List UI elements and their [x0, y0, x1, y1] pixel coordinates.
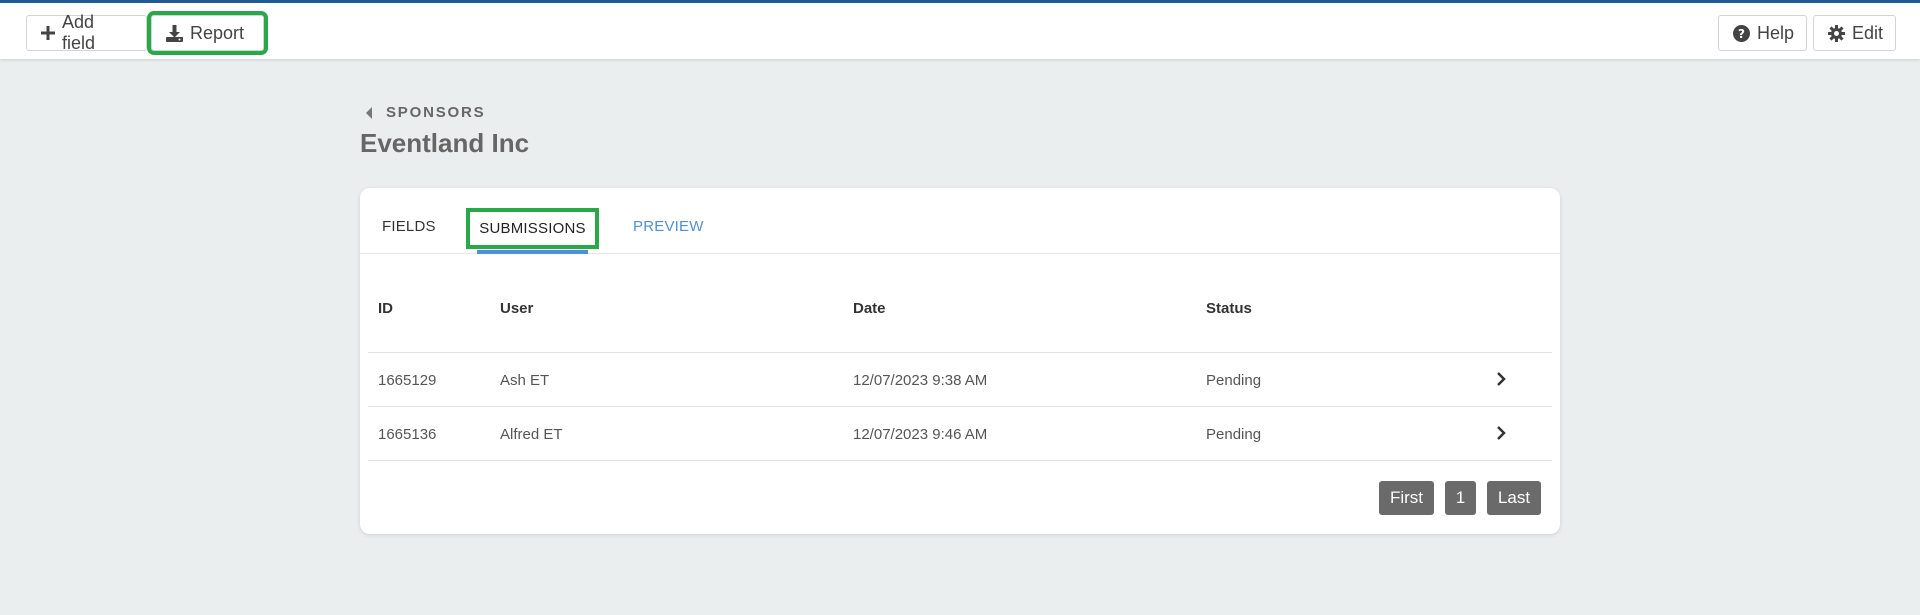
- cell-user: Ash ET: [500, 372, 550, 389]
- active-tab-indicator: [477, 250, 588, 254]
- table-divider: [368, 460, 1552, 461]
- cell-date: 12/07/2023 9:46 AM: [853, 426, 988, 443]
- gear-icon: [1828, 24, 1845, 42]
- add-field-button[interactable]: Add field: [26, 12, 147, 53]
- cell-date: 12/07/2023 9:38 AM: [853, 372, 988, 389]
- column-header-status: Status: [1206, 300, 1252, 317]
- pagination-last-button[interactable]: Last: [1487, 481, 1541, 515]
- question-circle-icon: ?: [1733, 24, 1750, 42]
- cell-status: Pending: [1206, 426, 1262, 443]
- tab-fields[interactable]: FIELDS: [382, 218, 436, 235]
- table-row[interactable]: 1665129 Ash ET 12/07/2023 9:38 AM Pendin…: [368, 352, 1552, 406]
- plus-icon: [41, 26, 55, 40]
- chevron-right-icon[interactable]: [1496, 425, 1506, 446]
- cell-user: Alfred ET: [500, 426, 563, 443]
- column-header-date: Date: [853, 300, 886, 317]
- help-button[interactable]: ? Help: [1718, 15, 1807, 51]
- tab-bar: FIELDS SUBMISSIONS PREVIEW: [360, 188, 1560, 254]
- column-header-user: User: [500, 300, 534, 317]
- pagination-first-button[interactable]: First: [1379, 481, 1434, 515]
- cell-id: 1665129: [378, 372, 437, 389]
- download-icon: [166, 24, 183, 42]
- breadcrumb[interactable]: SPONSORS: [366, 104, 485, 121]
- add-field-label: Add field: [62, 12, 96, 53]
- caret-left-icon: [366, 106, 372, 119]
- top-toolbar: Add field Report ? Help Edit: [0, 0, 1920, 59]
- report-button[interactable]: Report: [147, 11, 268, 55]
- svg-text:?: ?: [1738, 27, 1745, 41]
- submissions-card: FIELDS SUBMISSIONS PREVIEW ID User Date …: [360, 188, 1560, 534]
- page-title: Eventland Inc: [360, 128, 530, 158]
- help-label: Help: [1757, 22, 1795, 43]
- edit-button[interactable]: Edit: [1813, 15, 1896, 51]
- column-header-id: ID: [378, 300, 393, 317]
- report-label: Report: [190, 22, 245, 43]
- tab-preview[interactable]: PREVIEW: [633, 218, 704, 235]
- breadcrumb-sponsors[interactable]: SPONSORS: [386, 104, 485, 121]
- pagination-page-1-button[interactable]: 1: [1445, 481, 1476, 515]
- edit-label: Edit: [1852, 22, 1884, 43]
- table-row[interactable]: 1665136 Alfred ET 12/07/2023 9:46 AM Pen…: [368, 406, 1552, 460]
- tab-submissions[interactable]: SUBMISSIONS: [466, 208, 599, 249]
- cell-status: Pending: [1206, 372, 1262, 389]
- table-header: ID User Date Status: [360, 300, 1560, 340]
- chevron-right-icon[interactable]: [1496, 371, 1506, 392]
- cell-id: 1665136: [378, 426, 437, 443]
